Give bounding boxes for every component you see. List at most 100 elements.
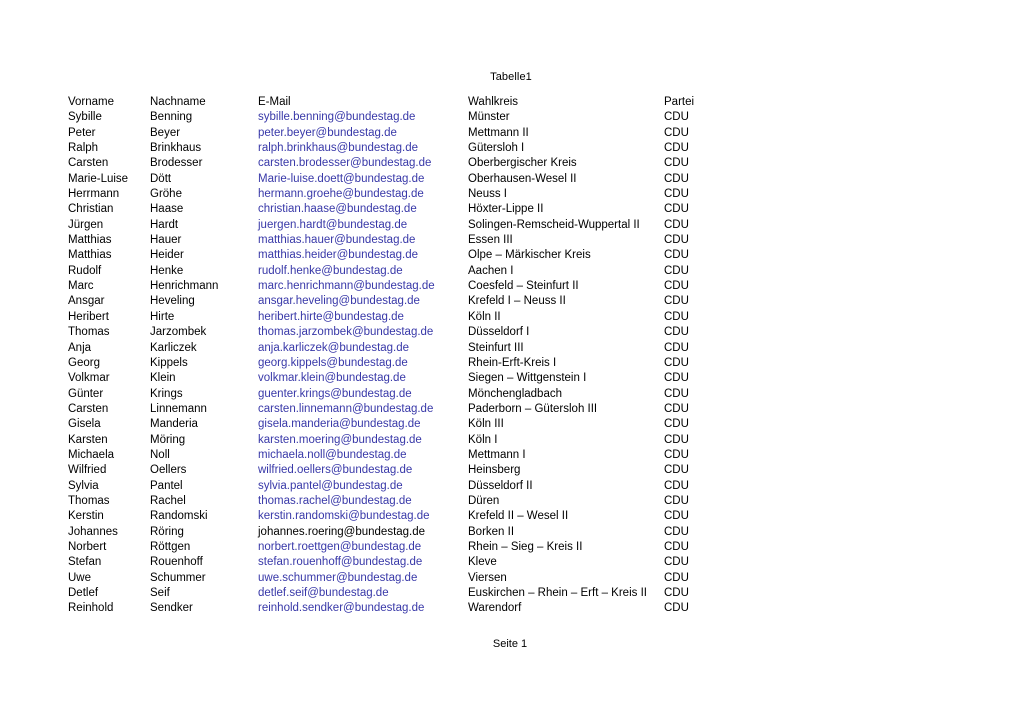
cell-email[interactable]: wilfried.oellers@bundestag.de <box>258 463 468 478</box>
table-row: Kerstin Randomski kerstin.randomski@bundes… <box>68 509 724 524</box>
cell-vorname: Marc <box>68 280 94 293</box>
cell-email[interactable]: carsten.linnemann@bundestag.de <box>258 402 468 417</box>
cell-wahlkreis: Oberhausen-Wesel II <box>468 172 577 185</box>
cell-email[interactable]: volkmar.klein@bundestag.de <box>258 371 468 386</box>
cell-email[interactable]: sylvia.pantel@bundestag.de <box>258 479 468 494</box>
cell-email[interactable]: matthias.hauer@bundestag.de <box>258 233 468 248</box>
email-link[interactable]: guenter.krings@bundestag.de <box>258 388 412 400</box>
cell-email[interactable]: carsten.brodesser@bundestag.de <box>258 156 468 171</box>
cell-email[interactable]: karsten.moering@bundestag.de <box>258 433 468 448</box>
column-header-nachname: Nachname <box>150 96 206 108</box>
email-link[interactable]: thomas.jarzombek@bundestag.de <box>258 326 433 338</box>
email-link[interactable]: ansgar.heveling@bundestag.de <box>258 295 420 307</box>
cell-email[interactable]: ralph.brinkhaus@bundestag.de <box>258 141 468 156</box>
cell-partei: CDU <box>664 218 689 231</box>
table-row: Uwe Schummer uwe.schummer@bundestag.de Vier… <box>68 571 724 586</box>
email-link[interactable]: georg.kippels@bundestag.de <box>258 357 408 369</box>
cell-partei: CDU <box>664 372 689 385</box>
cell-email[interactable]: kerstin.randomski@bundestag.de <box>258 509 468 524</box>
cell-partei: CDU <box>664 464 689 477</box>
cell-email[interactable]: reinhold.sendker@bundestag.de <box>258 601 468 616</box>
email-link[interactable]: uwe.schummer@bundestag.de <box>258 572 417 584</box>
email-link[interactable]: peter.beyer@bundestag.de <box>258 127 397 139</box>
cell-email[interactable]: Marie-luise.doett@bundestag.de <box>258 172 468 187</box>
cell-wahlkreis: Paderborn – Gütersloh III <box>468 402 598 415</box>
cell-wahlkreis: Düsseldorf I <box>468 326 530 339</box>
email-link[interactable]: anja.karliczek@bundestag.de <box>258 342 409 354</box>
email-link[interactable]: detlef.seif@bundestag.de <box>258 587 389 599</box>
email-link[interactable]: kerstin.randomski@bundestag.de <box>258 510 430 522</box>
cell-email[interactable]: norbert.roettgen@bundestag.de <box>258 540 468 555</box>
cell-wahlkreis: Mönchengladbach <box>468 387 562 400</box>
cell-email[interactable]: gisela.manderia@bundestag.de <box>258 417 468 432</box>
table-row: Heribert Hirte heribert.hirte@bundestag.de… <box>68 310 724 325</box>
cell-partei: CDU <box>664 203 689 216</box>
email-link[interactable]: wilfried.oellers@bundestag.de <box>258 464 412 476</box>
cell-partei: CDU <box>664 126 689 139</box>
column-header-email: E-Mail <box>258 96 291 108</box>
cell-partei: CDU <box>664 111 689 124</box>
cell-email[interactable]: thomas.jarzombek@bundestag.de <box>258 325 468 340</box>
email-link[interactable]: marc.henrichmann@bundestag.de <box>258 280 435 292</box>
cell-email[interactable]: rudolf.henke@bundestag.de <box>258 264 468 279</box>
cell-email[interactable]: ansgar.heveling@bundestag.de <box>258 294 468 309</box>
email-link[interactable]: juergen.hardt@bundestag.de <box>258 219 407 231</box>
cell-nachname: Benning <box>150 111 193 124</box>
table-row: Marc Henrichmann marc.henrichmann@bundesta… <box>68 279 724 294</box>
cell-vorname: Sylvia <box>68 479 99 492</box>
cell-partei: CDU <box>664 479 689 492</box>
cell-email[interactable]: uwe.schummer@bundestag.de <box>258 571 468 586</box>
cell-partei: CDU <box>664 341 689 354</box>
cell-email[interactable]: hermann.groehe@bundestag.de <box>258 187 468 202</box>
cell-partei: CDU <box>664 264 689 277</box>
email-link[interactable]: norbert.roettgen@bundestag.de <box>258 541 421 553</box>
cell-email[interactable]: anja.karliczek@bundestag.de <box>258 341 468 356</box>
email-link[interactable]: ralph.brinkhaus@bundestag.de <box>258 142 418 154</box>
cell-email[interactable]: christian.haase@bundestag.de <box>258 202 468 217</box>
cell-wahlkreis: Höxter-Lippe II <box>468 203 544 216</box>
email-link[interactable]: Marie-luise.doett@bundestag.de <box>258 173 424 185</box>
cell-nachname: Brinkhaus <box>150 142 202 155</box>
cell-wahlkreis: Siegen – Wittgenstein I <box>468 372 587 385</box>
email-link[interactable]: heribert.hirte@bundestag.de <box>258 311 404 323</box>
email-link[interactable]: sylvia.pantel@bundestag.de <box>258 480 403 492</box>
cell-email[interactable]: georg.kippels@bundestag.de <box>258 356 468 371</box>
cell-email[interactable]: juergen.hardt@bundestag.de <box>258 218 468 233</box>
email-link[interactable]: christian.haase@bundestag.de <box>258 203 417 215</box>
email-link[interactable]: karsten.moering@bundestag.de <box>258 434 422 446</box>
cell-nachname: Dött <box>150 172 172 185</box>
cell-email: johannes.roering@bundestag.de <box>258 525 468 540</box>
email-link[interactable]: sybille.benning@bundestag.de <box>258 111 415 123</box>
cell-email[interactable]: detlef.seif@bundestag.de <box>258 586 468 601</box>
cell-nachname: Karliczek <box>150 341 197 354</box>
cell-email[interactable]: stefan.rouenhoff@bundestag.de <box>258 555 468 570</box>
email-link[interactable]: rudolf.henke@bundestag.de <box>258 265 403 277</box>
cell-email[interactable]: guenter.krings@bundestag.de <box>258 387 468 402</box>
cell-nachname: Kippels <box>150 356 188 369</box>
email-link[interactable]: carsten.brodesser@bundestag.de <box>258 157 431 169</box>
cell-email[interactable]: sybille.benning@bundestag.de <box>258 110 468 125</box>
email-link[interactable]: thomas.rachel@bundestag.de <box>258 495 412 507</box>
cell-vorname: Sybille <box>68 111 102 124</box>
cell-email[interactable]: heribert.hirte@bundestag.de <box>258 310 468 325</box>
email-link[interactable]: stefan.rouenhoff@bundestag.de <box>258 556 422 568</box>
cell-vorname: Carsten <box>68 157 109 170</box>
email-link[interactable]: carsten.linnemann@bundestag.de <box>258 403 433 415</box>
email-link[interactable]: volkmar.klein@bundestag.de <box>258 372 406 384</box>
cell-email[interactable]: marc.henrichmann@bundestag.de <box>258 279 468 294</box>
email-link[interactable]: reinhold.sendker@bundestag.de <box>258 602 424 614</box>
cell-email[interactable]: michaela.noll@bundestag.de <box>258 448 468 463</box>
table-row: Stefan Rouenhoff stefan.rouenhoff@bundesta… <box>68 555 724 570</box>
cell-nachname: Heveling <box>150 295 195 308</box>
email-link[interactable]: matthias.hauer@bundestag.de <box>258 234 415 246</box>
table-row: Matthias Heider matthias.heider@bundestag.… <box>68 248 724 263</box>
email-link[interactable]: michaela.noll@bundestag.de <box>258 449 407 461</box>
cell-vorname: Günter <box>68 387 104 400</box>
email-link[interactable]: hermann.groehe@bundestag.de <box>258 188 424 200</box>
email-link[interactable]: gisela.manderia@bundestag.de <box>258 418 421 430</box>
cell-email[interactable]: peter.beyer@bundestag.de <box>258 126 468 141</box>
cell-email[interactable]: thomas.rachel@bundestag.de <box>258 494 468 509</box>
cell-email[interactable]: matthias.heider@bundestag.de <box>258 248 468 263</box>
cell-wahlkreis: Köln II <box>468 310 501 323</box>
email-link[interactable]: matthias.heider@bundestag.de <box>258 249 418 261</box>
